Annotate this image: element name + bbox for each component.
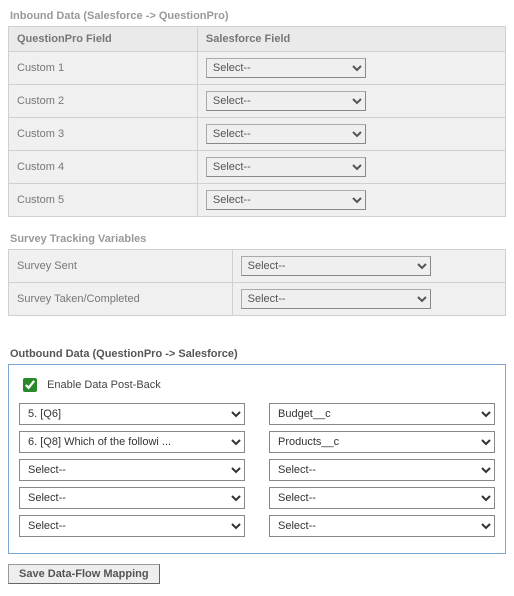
enable-postback-checkbox[interactable] <box>23 378 37 392</box>
inbound-row-label: Custom 1 <box>9 52 198 85</box>
tracking-row-label: Survey Sent <box>9 250 233 283</box>
inbound-row-select[interactable]: Select-- <box>206 91 366 111</box>
table-row: Survey Taken/Completed Select-- <box>9 283 506 316</box>
tracking-row-label: Survey Taken/Completed <box>9 283 233 316</box>
outbound-right-select[interactable]: Select-- <box>269 515 495 537</box>
table-row: Custom 1 Select-- <box>9 52 506 85</box>
table-row: Custom 3 Select-- <box>9 118 506 151</box>
inbound-title: Inbound Data (Salesforce -> QuestionPro) <box>10 10 506 22</box>
table-row: Custom 2 Select-- <box>9 85 506 118</box>
outbound-right-select[interactable]: Budget__c <box>269 403 495 425</box>
inbound-row-label: Custom 3 <box>9 118 198 151</box>
outbound-title: Outbound Data (QuestionPro -> Salesforce… <box>10 348 506 360</box>
outbound-box: Enable Data Post-Back 5. [Q6] Budget__c … <box>8 364 506 554</box>
inbound-row-label: Custom 4 <box>9 151 198 184</box>
tracking-table: Survey Sent Select-- Survey Taken/Comple… <box>8 249 506 316</box>
inbound-row-select[interactable]: Select-- <box>206 124 366 144</box>
inbound-row-label: Custom 2 <box>9 85 198 118</box>
enable-postback-label: Enable Data Post-Back <box>47 379 161 391</box>
table-row: Survey Sent Select-- <box>9 250 506 283</box>
mapping-row: Select-- Select-- <box>19 515 495 537</box>
tracking-row-select[interactable]: Select-- <box>241 256 431 276</box>
tracking-title: Survey Tracking Variables <box>10 233 506 245</box>
outbound-right-select[interactable]: Select-- <box>269 459 495 481</box>
outbound-right-select[interactable]: Products__c <box>269 431 495 453</box>
mapping-row: 6. [Q8] Which of the followi ... Product… <box>19 431 495 453</box>
mapping-row: Select-- Select-- <box>19 459 495 481</box>
outbound-right-select[interactable]: Select-- <box>269 487 495 509</box>
outbound-left-select[interactable]: 6. [Q8] Which of the followi ... <box>19 431 245 453</box>
inbound-header-qp: QuestionPro Field <box>9 27 198 52</box>
outbound-left-select[interactable]: 5. [Q6] <box>19 403 245 425</box>
tracking-row-select[interactable]: Select-- <box>241 289 431 309</box>
mapping-row: 5. [Q6] Budget__c <box>19 403 495 425</box>
inbound-row-label: Custom 5 <box>9 184 198 217</box>
table-row: Custom 4 Select-- <box>9 151 506 184</box>
inbound-row-select[interactable]: Select-- <box>206 190 366 210</box>
save-button[interactable]: Save Data-Flow Mapping <box>8 564 160 584</box>
outbound-left-select[interactable]: Select-- <box>19 487 245 509</box>
table-row: Custom 5 Select-- <box>9 184 506 217</box>
outbound-left-select[interactable]: Select-- <box>19 459 245 481</box>
inbound-row-select[interactable]: Select-- <box>206 58 366 78</box>
inbound-table: QuestionPro Field Salesforce Field Custo… <box>8 26 506 217</box>
outbound-left-select[interactable]: Select-- <box>19 515 245 537</box>
inbound-row-select[interactable]: Select-- <box>206 157 366 177</box>
mapping-row: Select-- Select-- <box>19 487 495 509</box>
inbound-header-sf: Salesforce Field <box>197 27 505 52</box>
